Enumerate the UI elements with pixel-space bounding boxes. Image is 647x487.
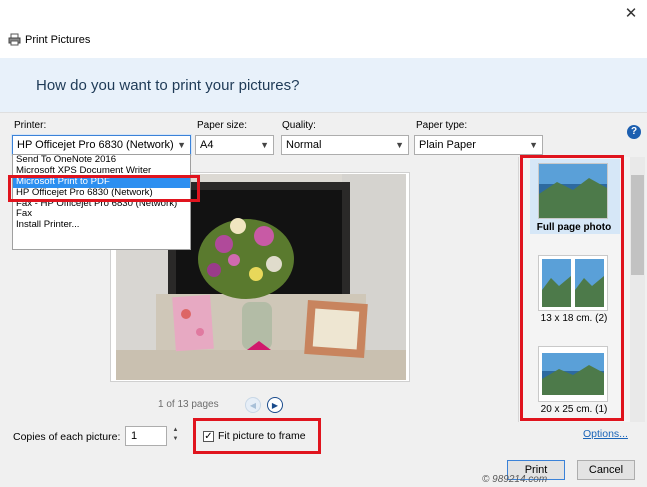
printer-select[interactable]: HP Officejet Pro 6830 (Network) ▼ [12, 135, 191, 155]
chevron-down-icon[interactable]: ▼ [170, 435, 181, 444]
printer-dropdown-list: Send To OneNote 2016 Microsoft XPS Docum… [12, 154, 191, 250]
help-icon[interactable]: ? [627, 125, 641, 139]
highlight-box [520, 155, 624, 421]
quality-select[interactable]: Normal ▼ [281, 135, 409, 155]
chevron-down-icon: ▼ [529, 140, 538, 150]
close-icon: ✕ [624, 5, 638, 22]
copies-input[interactable]: 1 [125, 426, 167, 446]
paper-type-label: Paper type: [416, 120, 468, 131]
options-link[interactable]: Options... [583, 428, 628, 440]
cancel-button[interactable]: Cancel [577, 460, 635, 480]
dialog-question: How do you want to print your pictures? [36, 77, 300, 94]
previous-page-button[interactable]: ◀ [245, 397, 261, 413]
page-counter: 1 of 13 pages [158, 399, 219, 410]
paper-size-label: Paper size: [197, 120, 248, 131]
chevron-down-icon: ▼ [260, 140, 269, 150]
printer-label: Printer: [14, 120, 47, 131]
quality-label: Quality: [282, 120, 316, 131]
highlight-box [193, 418, 321, 454]
paper-type-select[interactable]: Plain Paper ▼ [414, 135, 543, 155]
copies-label: Copies of each picture: [13, 431, 121, 443]
chevron-up-icon[interactable]: ▲ [170, 426, 181, 435]
next-page-button[interactable]: ▶ [267, 397, 283, 413]
arrow-right-icon: ▶ [271, 400, 279, 410]
printer-option[interactable]: Send To OneNote 2016 [13, 155, 190, 166]
scrollbar-thumb[interactable] [631, 175, 644, 275]
printer-select-value: HP Officejet Pro 6830 (Network) [17, 139, 174, 151]
arrow-left-icon: ◀ [249, 400, 257, 410]
close-button[interactable]: ✕ [618, 2, 644, 24]
watermark: © 989214.com [482, 474, 548, 485]
copies-spinner[interactable]: ▲ ▼ [170, 426, 181, 446]
window-title: Print Pictures [25, 34, 91, 46]
paper-size-value: A4 [200, 139, 214, 151]
title-bar [0, 0, 647, 58]
printer-option[interactable]: Install Printer... [13, 220, 190, 231]
printer-icon [8, 33, 21, 46]
chevron-down-icon: ▼ [177, 140, 186, 150]
printer-option[interactable]: Fax [13, 209, 190, 220]
highlight-box [8, 175, 200, 202]
paper-size-select[interactable]: A4 ▼ [195, 135, 274, 155]
chevron-down-icon: ▼ [395, 140, 404, 150]
paper-type-value: Plain Paper [419, 139, 476, 151]
quality-value: Normal [286, 139, 322, 151]
